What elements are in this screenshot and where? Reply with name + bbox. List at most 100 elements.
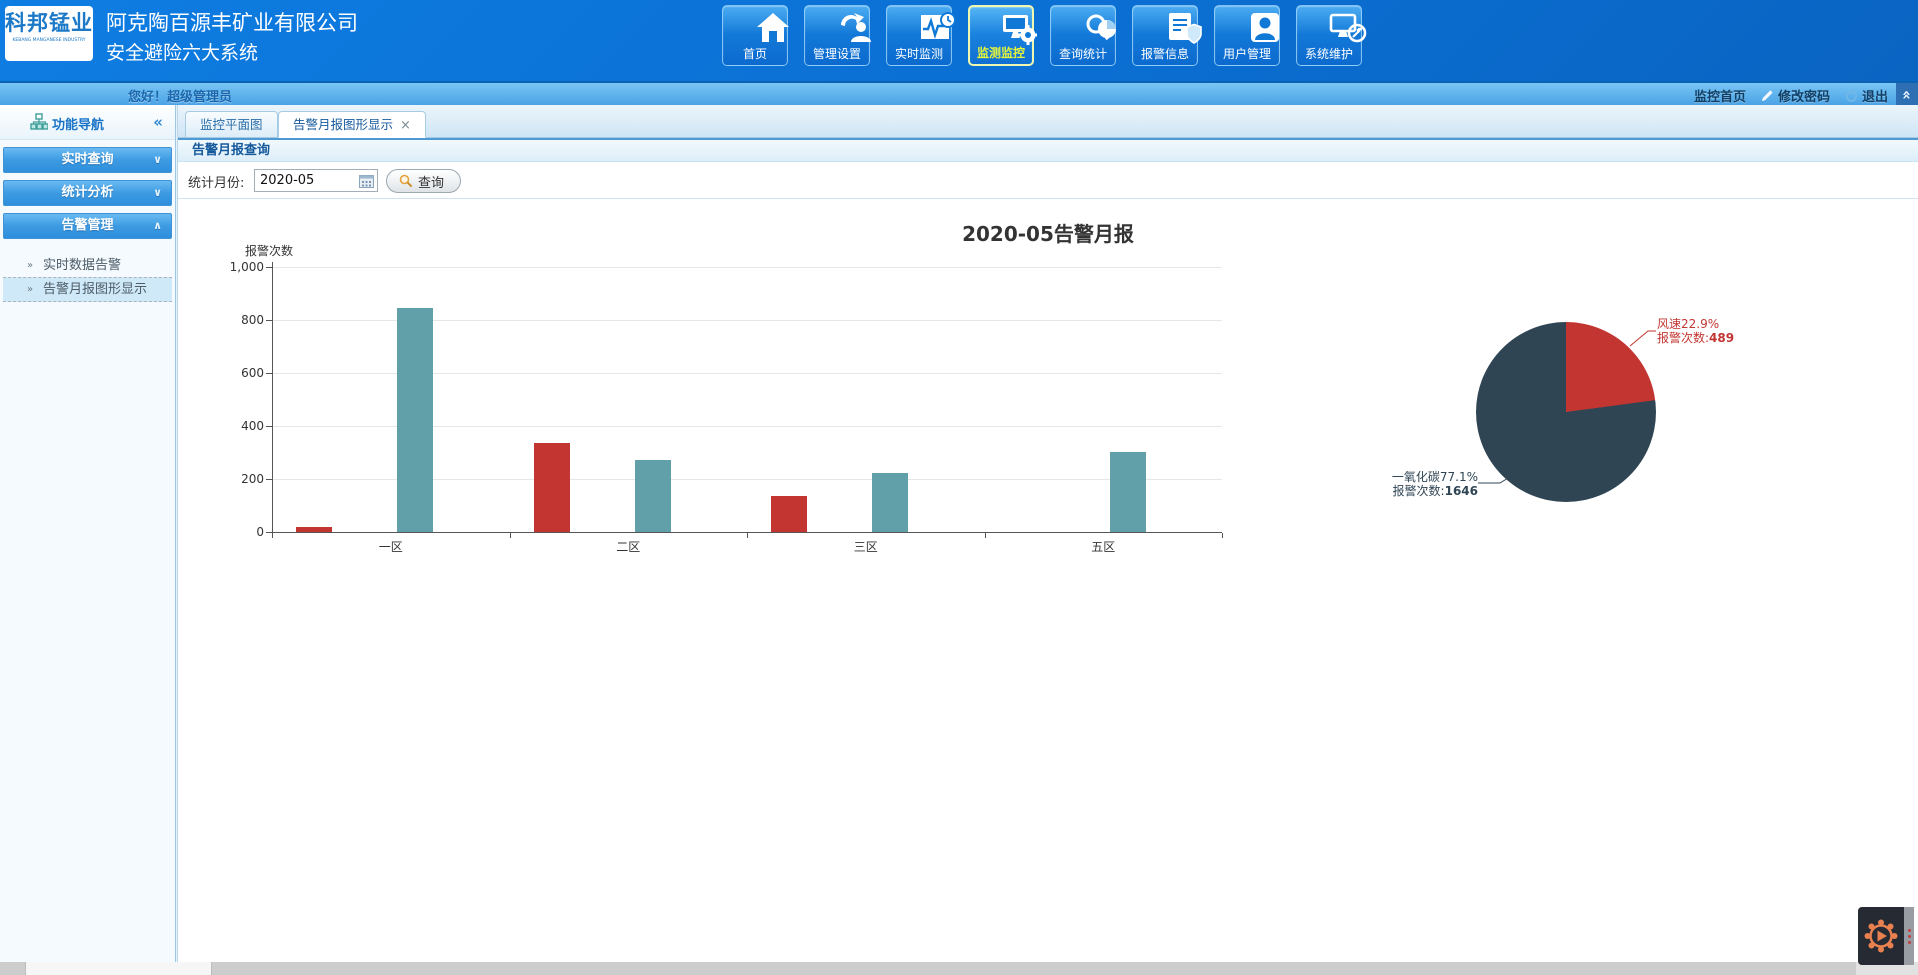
sidebar-item-realtime-data-alarm[interactable]: » 实时数据告警 [3, 254, 172, 277]
recorder-strip[interactable] [1904, 907, 1914, 965]
sidebar-submenu: » 实时数据告警 » 告警月报图形显示 [3, 246, 172, 312]
nav-alarm-info-button[interactable]: 报警信息 [1132, 5, 1198, 66]
sidebar-group-alarm-manage[interactable]: 告警管理 ∧ [3, 213, 172, 239]
sidebar-group-stats-analysis[interactable]: 统计分析 ∨ [3, 180, 172, 206]
change-password-link[interactable]: 修改密码 [1761, 86, 1830, 105]
scrollbar-thumb[interactable] [25, 962, 212, 975]
sidebar: 功能导航 « 实时查询 ∨ 统计分析 ∨ 告警管理 ∧ » 实时数据告警 [0, 105, 175, 962]
logo-title: 科邦锰业 [5, 10, 93, 36]
submenu-label: 告警月报图形显示 [43, 282, 147, 297]
pie-label-line: 报警次数:489 [1657, 331, 1734, 345]
y-tick-label: 200 [218, 472, 264, 486]
nav-label: 查询统计 [1059, 47, 1107, 62]
nav-home-button[interactable]: 首页 [722, 5, 788, 66]
y-tick-label: 1,000 [218, 260, 264, 274]
company-name: 阿克陶百源丰矿业有限公司 [106, 8, 358, 38]
nav-monitor-control-button[interactable]: 监测监控 [968, 5, 1034, 66]
sidebar-item-alarm-monthly-chart[interactable]: » 告警月报图形显示 [3, 277, 172, 302]
panel-header: 告警月报查询 [178, 138, 1918, 162]
y-tick-label: 800 [218, 313, 264, 327]
nav-label: 首页 [743, 47, 767, 62]
close-icon[interactable]: × [400, 118, 411, 133]
nav-label: 监测监控 [977, 46, 1025, 61]
pie-label-windspeed: 风速22.9% 报警次数:489 [1657, 317, 1734, 345]
logout-link[interactable]: 退出 [1845, 86, 1888, 105]
y-axis-label: 报警次数 [245, 242, 293, 259]
sidebar-header: 功能导航 « [0, 105, 175, 140]
monitor-home-link[interactable]: 监控首页 [1694, 86, 1746, 105]
group-label: 统计分析 [61, 185, 113, 200]
logout-label: 退出 [1862, 86, 1888, 105]
x-tick [510, 533, 511, 538]
group-label: 实时查询 [61, 152, 113, 167]
top-banner: 科邦锰业 KEBANG MANGANESE INDUSTRY 阿克陶百源丰矿业有… [0, 0, 1918, 81]
query-button-label: 查询 [418, 172, 444, 191]
x-tick [985, 533, 986, 538]
sidebar-collapse-button[interactable]: « [153, 113, 163, 131]
x-category-label: 五区 [1063, 538, 1143, 555]
y-tick-label: 600 [218, 366, 264, 380]
chart-title: 2020-05告警月报 [178, 218, 1918, 247]
y-tick-label: 400 [218, 419, 264, 433]
greeting-text: 您好！超级管理员 [128, 86, 232, 105]
calendar-icon[interactable] [359, 173, 374, 192]
chevron-up-icon: ∧ [153, 214, 162, 238]
tab-label: 监控平面图 [200, 117, 263, 132]
horizontal-scrollbar[interactable] [0, 962, 1918, 975]
tab-strip: 监控平面图 告警月报图形显示 × [178, 105, 1918, 138]
user-bar: 您好！超级管理员 监控首页 修改密码 退出 « [0, 81, 1918, 105]
query-button[interactable]: 查询 [386, 169, 461, 193]
x-category-label: 三区 [826, 538, 906, 555]
power-icon [1845, 89, 1858, 102]
nav-query-stats-button[interactable]: 查询统计 [1050, 5, 1116, 66]
x-category-label: 二区 [588, 538, 668, 555]
system-name: 安全避险六大系统 [106, 38, 358, 68]
x-tick [747, 533, 748, 538]
x-tick [272, 533, 273, 538]
nav-label: 系统维护 [1305, 47, 1353, 62]
gridline [272, 267, 1222, 268]
sidebar-group-realtime-query[interactable]: 实时查询 ∨ [3, 147, 172, 173]
pencil-icon [1761, 89, 1774, 102]
nav-realtime-monitor-button[interactable]: 实时监测 [886, 5, 952, 66]
y-tick-label: 0 [218, 525, 264, 539]
pie-label-line: 风速22.9% [1657, 317, 1734, 331]
screen-recorder-icon[interactable] [1858, 907, 1904, 965]
nav-manage-settings-button[interactable]: 管理设置 [804, 5, 870, 66]
tab-alarm-monthly-chart[interactable]: 告警月报图形显示 × [278, 111, 426, 138]
arrow-icon: » [27, 254, 33, 277]
search-icon [399, 174, 413, 188]
nav-label: 报警信息 [1141, 47, 1189, 62]
nav-label: 管理设置 [813, 47, 861, 62]
collapse-header-button[interactable]: « [1896, 83, 1918, 107]
x-category-label: 一区 [351, 538, 431, 555]
tab-label: 告警月报图形显示 [293, 117, 393, 132]
arrow-icon: » [27, 278, 33, 301]
pie-count-value: 489 [1709, 331, 1734, 345]
change-password-label: 修改密码 [1778, 86, 1830, 105]
pie-label-line: 报警次数:1646 [1368, 484, 1478, 498]
org-chart-icon [30, 113, 48, 131]
x-axis-line [266, 532, 1222, 533]
y-axis-line [272, 262, 273, 532]
bar-风速-三区 [771, 496, 807, 532]
bar-一氧化碳-三区 [872, 473, 908, 532]
bar-风速-二区 [534, 443, 570, 532]
bar-风速-一区 [296, 527, 332, 532]
panel-title: 告警月报查询 [192, 143, 270, 158]
pie-count-value: 1646 [1445, 484, 1478, 498]
x-tick [1222, 533, 1223, 538]
nav-user-manage-button[interactable]: 用户管理 [1214, 5, 1280, 66]
group-label: 告警管理 [61, 218, 113, 233]
pie-chart [1476, 322, 1656, 502]
monitor-home-label: 监控首页 [1694, 86, 1746, 105]
chevron-down-icon: ∨ [153, 181, 162, 205]
tab-monitor-plan[interactable]: 监控平面图 [185, 111, 278, 138]
logo-subtitle: KEBANG MANGANESE INDUSTRY [9, 36, 88, 44]
company-logo: 科邦锰业 KEBANG MANGANESE INDUSTRY [5, 6, 93, 61]
nav-system-maintain-button[interactable]: 系统维护 [1296, 5, 1362, 66]
bar-一氧化碳-五区 [1110, 452, 1146, 532]
pie-label-co: 一氧化碳77.1% 报警次数:1646 [1368, 470, 1478, 498]
query-form: 统计月份: 查询 [178, 162, 1918, 199]
pie-label-line: 一氧化碳77.1% [1368, 470, 1478, 484]
